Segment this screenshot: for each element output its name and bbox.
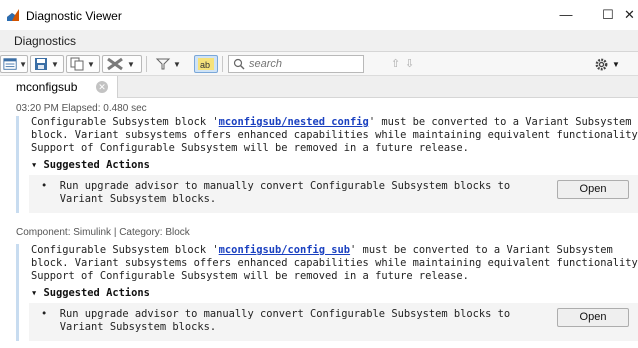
suggested-action: • Run upgrade advisor to manually conver… — [29, 303, 638, 341]
action-line: Variant Subsystem blocks. — [41, 321, 217, 333]
copy-dropdown-button[interactable]: ▼ — [66, 55, 100, 73]
search-icon — [233, 58, 245, 70]
toolbar-separator — [222, 56, 223, 72]
suggested-action: • Run upgrade advisor to manually conver… — [29, 175, 638, 213]
message-line: Support of Configurable Subsystem will b… — [31, 270, 469, 282]
list-view-icon — [3, 58, 17, 70]
tab-label: mconfigsub — [16, 80, 78, 94]
open-button[interactable]: Open — [557, 308, 629, 327]
gear-icon — [595, 58, 608, 70]
message-line: Configurable Subsystem block 'mconfigsub… — [31, 244, 638, 257]
previous-match-button[interactable]: ⇧ — [391, 57, 400, 70]
message-text: ' must be converted to a Variant Subsyst… — [350, 244, 613, 256]
settings-dropdown-button[interactable]: ▼ — [594, 55, 620, 73]
action-text: • Run upgrade advisor to manually conver… — [41, 180, 510, 206]
report-header: 03:20 PM Elapsed: 0.480 sec — [16, 103, 147, 114]
action-line: Variant Subsystem blocks. — [41, 193, 217, 205]
copy-icon — [70, 57, 84, 71]
report-tabstrip: mconfigsub ✕ — [0, 76, 638, 98]
minimize-button[interactable]: — — [544, 0, 588, 30]
message-text: Configurable Subsystem block ' — [31, 116, 219, 128]
open-button[interactable]: Open — [557, 180, 629, 199]
clear-icon — [107, 57, 123, 71]
matlab-logo-icon — [7, 9, 19, 21]
highlight-text-icon: ab — [198, 58, 214, 70]
block-link[interactable]: mconfigsub/config sub — [219, 244, 350, 256]
highlight-toggle-button[interactable]: ab — [194, 55, 218, 73]
action-line: • Run upgrade advisor to manually conver… — [41, 180, 511, 192]
search-input[interactable] — [249, 58, 359, 70]
suggested-actions-toggle[interactable]: ▾ Suggested Actions — [31, 287, 638, 299]
report-content: 03:20 PM Elapsed: 0.480 sec Configurable… — [0, 98, 638, 348]
message-text: ' must be converted to a Variant Subsyst… — [368, 116, 632, 128]
message-line: Support of Configurable Subsystem will b… — [31, 142, 469, 154]
search-field[interactable] — [228, 55, 364, 73]
chevron-down-icon: ▼ — [127, 59, 135, 69]
diagnostic-message: Configurable Subsystem block 'mconfigsub… — [16, 116, 638, 213]
toolbar-separator — [146, 56, 147, 72]
filter-dropdown-button[interactable]: ▼ — [152, 55, 186, 73]
view-dropdown-button[interactable]: ▼ — [0, 55, 28, 73]
save-icon — [35, 58, 47, 70]
block-link[interactable]: mconfigsub/nested config — [219, 116, 369, 128]
message-line: Configurable Subsystem block 'mconfigsub… — [31, 116, 638, 129]
tab-diagnostics[interactable]: Diagnostics — [14, 34, 76, 48]
diagnostic-message: Configurable Subsystem block 'mconfigsub… — [16, 244, 638, 341]
tab-mconfigsub[interactable]: mconfigsub ✕ — [0, 76, 118, 98]
suggested-actions-toggle[interactable]: ▾ Suggested Actions — [31, 159, 638, 171]
toolbar: ▼ ▼ ▼ ▼ ▼ ab search ⇧ ⇩ ▼ — [0, 52, 638, 76]
save-dropdown-button[interactable]: ▼ — [30, 55, 64, 73]
ribbon-tabstrip: Diagnostics — [0, 30, 638, 52]
message-line: block. Variant subsystems offers enhance… — [31, 257, 638, 269]
chevron-down-icon: ▼ — [87, 59, 95, 69]
filter-icon — [155, 58, 171, 70]
svg-text:ab: ab — [200, 60, 210, 70]
component-category: Component: Simulink | Category: Block — [16, 227, 190, 238]
chevron-down-icon: ▼ — [51, 59, 59, 69]
title-bar: Diagnostic Viewer — ☐ ✕ — [0, 0, 638, 30]
action-text: • Run upgrade advisor to manually conver… — [41, 308, 510, 334]
message-line: block. Variant subsystems offers enhance… — [31, 129, 638, 141]
next-match-button[interactable]: ⇩ — [405, 57, 414, 70]
window-title: Diagnostic Viewer — [26, 9, 122, 23]
chevron-down-icon: ▼ — [173, 59, 181, 69]
clear-dropdown-button[interactable]: ▼ — [102, 55, 142, 73]
message-text: Configurable Subsystem block ' — [31, 244, 219, 256]
action-line: • Run upgrade advisor to manually conver… — [41, 308, 511, 320]
chevron-down-icon: ▼ — [19, 59, 27, 69]
chevron-down-icon: ▼ — [612, 59, 620, 69]
close-button[interactable]: ✕ — [624, 0, 638, 30]
close-tab-icon[interactable]: ✕ — [96, 81, 108, 93]
